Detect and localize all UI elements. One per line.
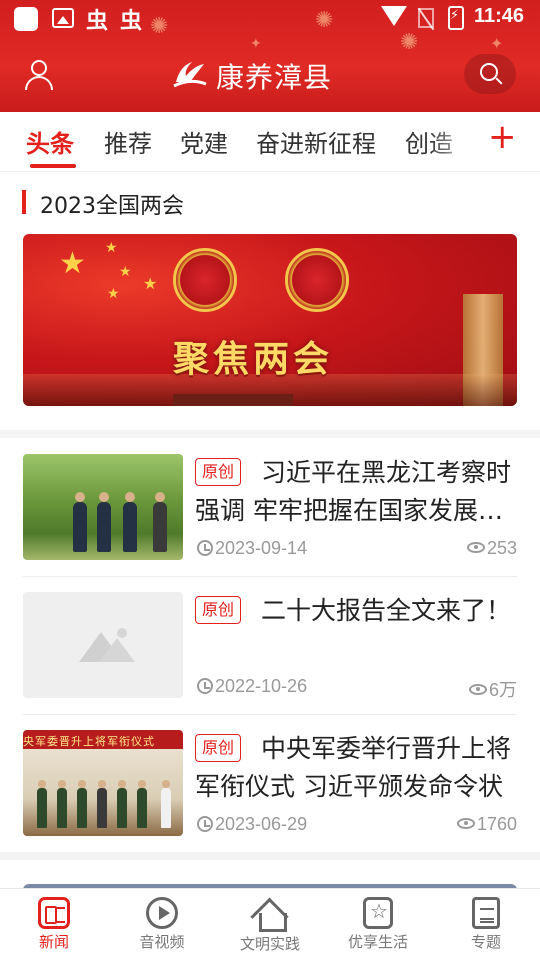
nav-item-life[interactable]: 优享生活 [324,897,432,952]
news-item[interactable]: 习近平在黑龙江考察时强调 牢牢把握在国家发展大局中的战略定位 原创 2023-0… [23,454,517,562]
app-notification-icon [14,7,38,31]
tiananmen-silhouette [173,394,293,406]
news-title: 二十大报告全文来了！ [261,596,512,625]
news-item[interactable]: 二十大报告全文来了！ 原创 2022-10-26 6万 [23,592,517,700]
nav-item-topics[interactable]: 专题 [432,897,540,952]
news-date: 2023-06-29 [197,814,307,835]
home-icon [253,897,287,932]
star-decoration: ★ [143,274,158,293]
add-channel-button[interactable]: + [488,120,517,154]
header: ✺ ✺ ✺ ✦ ✦ 虫 虫 11:46 康养漳县 [0,0,540,112]
news-thumbnail-placeholder [23,592,183,698]
star-decoration: ★ [59,246,86,281]
tab-fade-overlay [430,112,478,170]
nav-item-news[interactable]: 新闻 [0,897,108,952]
nav-label: 新闻 [38,933,69,951]
tab-recommend[interactable]: 推荐 [104,124,152,159]
original-badge: 原创 [195,734,242,762]
list-separator [23,576,517,577]
news-views: 6万 [468,676,517,702]
tab-new-journey[interactable]: 奋进新征程 [256,124,376,159]
news-date: 2022-10-26 [197,676,307,697]
clock-icon [197,540,213,556]
news-title: 中央军委举行晋升上将军衔仪式 习近平颁发命令状 [195,734,512,801]
search-button[interactable] [464,54,516,94]
nav-label: 优享生活 [347,933,408,951]
logo-mark-icon [173,62,207,88]
list-separator [23,714,517,715]
image-notification-icon [52,8,74,28]
tab-headlines[interactable]: 头条 [26,124,74,159]
clock: 11:46 [474,5,525,27]
bottom-nav: 新闻 音视频 文明实践 优享生活 专题 [0,888,540,960]
nav-label: 音视频 [139,933,185,951]
notification-icon: 虫 [120,9,143,34]
eye-icon [468,684,487,695]
app-screen: ✺ ✺ ✺ ✦ ✦ 虫 虫 11:46 康养漳县 [0,0,540,960]
nav-item-video[interactable]: 音视频 [108,897,216,952]
app-name: 康养漳县 [216,61,333,94]
clock-icon [197,816,213,832]
no-signal-icon [418,8,434,28]
star-icon [363,897,393,929]
firework-decoration: ✦ [490,34,504,53]
topic-icon [472,897,500,929]
tab-party-building[interactable]: 党建 [180,124,228,159]
cppcc-emblem [285,248,349,312]
news-icon [38,897,70,929]
nav-label: 专题 [470,933,501,951]
news-thumbnail [23,454,183,560]
section-divider [0,852,540,860]
active-tab-indicator [30,164,76,168]
news-views: 253 [466,538,517,559]
section-title[interactable]: 2023全国两会 [40,188,184,220]
nav-label: 文明实践 [239,935,300,953]
section-marker [22,190,26,214]
news-views: 1760 [456,814,517,835]
banner-title: 聚焦两会 [173,338,334,380]
firework-decoration: ✦ [250,36,262,52]
star-decoration: ★ [119,264,132,280]
app-logo: 康养漳县 [170,52,370,96]
nav-item-civilization[interactable]: 文明实践 [216,897,324,954]
news-date: 2023-09-14 [197,538,307,559]
thumbnail-caption: 央军委晋升上将军衔仪式 [23,735,155,748]
section-divider [0,430,540,438]
two-sessions-banner[interactable]: ★ ★ ★ ★ ★ 聚焦两会 [23,234,517,406]
battery-charging-icon [448,6,464,30]
star-decoration: ★ [107,286,120,302]
news-title: 习近平在黑龙江考察时强调 牢牢把握在国家发展大局中的战略定位 [195,458,512,525]
user-icon[interactable] [24,58,54,90]
national-emblem [173,248,237,312]
notification-icon: 虫 [86,9,109,34]
clock-icon [197,678,213,694]
video-icon [146,897,178,929]
eye-icon [456,818,475,829]
original-badge: 原创 [195,458,242,486]
status-bar: 虫 虫 11:46 [0,0,540,36]
news-item[interactable]: 央军委晋升上将军衔仪式 中央军委举行晋升上将军衔仪式 习近平颁发命令状 原创 2… [23,730,517,838]
news-thumbnail: 央军委晋升上将军衔仪式 [23,730,183,836]
channel-tabs: 头条 推荐 党建 奋进新征程 创造 + [0,112,540,172]
eye-icon [466,542,485,553]
star-decoration: ★ [105,240,118,256]
wifi-icon [381,6,407,26]
original-badge: 原创 [195,596,242,624]
